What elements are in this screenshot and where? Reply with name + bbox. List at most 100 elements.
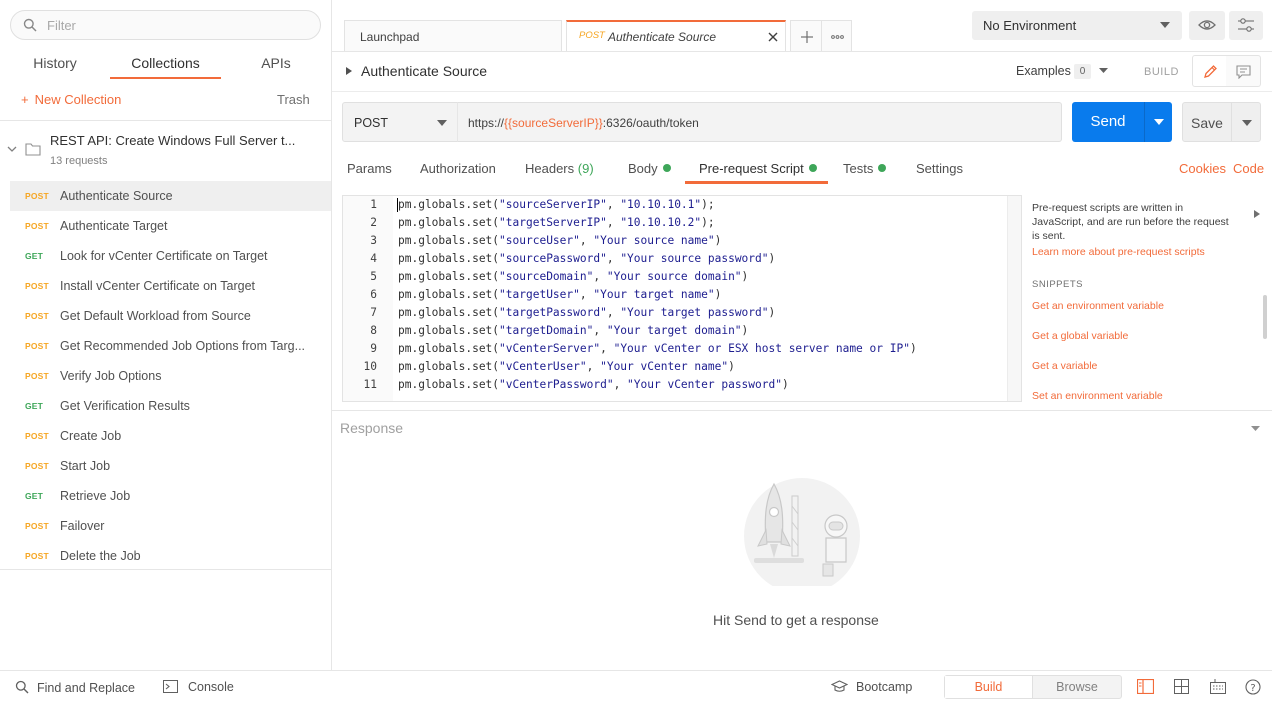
tab-settings[interactable]: Settings bbox=[916, 161, 963, 176]
cookies-link[interactable]: Cookies bbox=[1179, 161, 1226, 176]
comments-button[interactable] bbox=[1226, 55, 1261, 87]
method-badge: POST bbox=[25, 281, 49, 291]
tab-authenticate-source[interactable]: POST Authenticate Source bbox=[566, 20, 786, 52]
request-item[interactable]: GET Look for vCenter Certificate on Targe… bbox=[10, 241, 331, 271]
keyboard-shortcuts-icon[interactable] bbox=[1210, 679, 1226, 694]
request-item[interactable]: GET Get Verification Results bbox=[10, 391, 331, 421]
build-mode-button[interactable]: Build bbox=[945, 676, 1033, 698]
method-badge: GET bbox=[25, 491, 44, 501]
console-button[interactable]: Console bbox=[163, 680, 234, 694]
send-options-button[interactable] bbox=[1144, 102, 1172, 142]
request-name: Install vCenter Certificate on Target bbox=[60, 279, 256, 293]
response-title: Response bbox=[340, 420, 404, 436]
collection-name[interactable]: REST API: Create Windows Full Server t..… bbox=[50, 133, 295, 148]
tab-pre-request-script[interactable]: Pre-request Script bbox=[699, 161, 817, 176]
request-item[interactable]: POST Get Default Workload from Source bbox=[10, 301, 331, 331]
edit-button[interactable] bbox=[1192, 55, 1227, 87]
method-badge: GET bbox=[25, 251, 44, 261]
request-item[interactable]: POST Authenticate Source bbox=[10, 181, 331, 211]
save-options-button[interactable] bbox=[1231, 102, 1261, 142]
bootcamp-button[interactable]: Bootcamp bbox=[831, 680, 912, 694]
trash-button[interactable]: Trash bbox=[277, 92, 310, 107]
tab-options-button[interactable] bbox=[821, 20, 852, 52]
request-item[interactable]: POST Install vCenter Certificate on Targe… bbox=[10, 271, 331, 301]
request-item[interactable]: POST Failover bbox=[10, 511, 331, 541]
chevron-down-icon[interactable] bbox=[7, 145, 17, 153]
more-horizontal-icon bbox=[831, 35, 844, 39]
snippet-link[interactable]: Get an environment variable bbox=[1032, 300, 1164, 312]
method-badge: GET bbox=[25, 401, 44, 411]
tab-method-badge: POST bbox=[579, 30, 605, 41]
request-item[interactable]: POST Start Job bbox=[10, 451, 331, 481]
tab-history[interactable]: History bbox=[20, 55, 90, 71]
new-collection-label: New Collection bbox=[34, 92, 122, 107]
rocket-astronaut-illustration bbox=[730, 476, 870, 586]
request-name: Delete the Job bbox=[60, 549, 141, 563]
code-line: 10 pm.globals.set("vCenterUser", "Your vC… bbox=[363, 360, 735, 373]
graduation-cap-icon bbox=[831, 680, 848, 693]
snippet-link[interactable]: Set an environment variable bbox=[1032, 390, 1163, 402]
request-item[interactable]: GET Retrieve Job bbox=[10, 481, 331, 511]
snippet-link[interactable]: Get a global variable bbox=[1032, 330, 1128, 342]
tab-tests[interactable]: Tests bbox=[843, 161, 887, 176]
tab-authorization[interactable]: Authorization bbox=[420, 161, 496, 176]
browse-mode-button[interactable]: Browse bbox=[1033, 676, 1121, 698]
search-icon bbox=[23, 18, 37, 32]
editor-scrollbar[interactable] bbox=[1007, 196, 1021, 401]
save-button[interactable]: Save bbox=[1182, 102, 1232, 142]
chevron-down-icon[interactable] bbox=[1251, 426, 1260, 431]
new-tab-button[interactable] bbox=[790, 20, 822, 52]
environment-select[interactable]: No Environment bbox=[972, 11, 1182, 40]
method-badge: POST bbox=[25, 551, 49, 561]
chevron-right-icon[interactable] bbox=[346, 67, 352, 75]
url-input[interactable]: https://{{sourceServerIP}}:6326/oauth/to… bbox=[457, 102, 1062, 142]
send-button[interactable]: Send bbox=[1072, 102, 1144, 142]
request-name: Get Default Workload from Source bbox=[60, 309, 251, 323]
code-line: 5 pm.globals.set("sourceDomain", "Your so… bbox=[370, 270, 749, 283]
method-badge: POST bbox=[25, 191, 49, 201]
comment-icon bbox=[1236, 65, 1251, 79]
examples-button[interactable]: Examples bbox=[1016, 64, 1071, 78]
filter-input[interactable]: Filter bbox=[10, 10, 321, 40]
request-item[interactable]: POST Authenticate Target bbox=[10, 211, 331, 241]
code-link[interactable]: Code bbox=[1233, 161, 1264, 176]
tab-launchpad[interactable]: Launchpad bbox=[344, 20, 562, 52]
request-title[interactable]: Authenticate Source bbox=[361, 63, 487, 79]
request-item[interactable]: POST Delete the Job bbox=[10, 541, 331, 571]
tabbar-divider bbox=[332, 51, 1272, 52]
method-badge: POST bbox=[25, 311, 49, 321]
find-replace-button[interactable]: Find and Replace bbox=[15, 680, 135, 695]
request-item[interactable]: POST Create Job bbox=[10, 421, 331, 451]
caret-down-icon[interactable] bbox=[1099, 68, 1108, 73]
find-replace-label: Find and Replace bbox=[37, 681, 135, 695]
tab-params[interactable]: Params bbox=[347, 161, 392, 176]
manage-environments-button[interactable] bbox=[1229, 11, 1263, 40]
learn-more-link[interactable]: Learn more about pre-request scripts bbox=[1032, 246, 1205, 258]
tab-collections[interactable]: Collections bbox=[110, 55, 221, 71]
tab-tests-label: Tests bbox=[843, 161, 874, 176]
tab-apis[interactable]: APIs bbox=[240, 55, 312, 71]
plus-icon: + bbox=[21, 92, 29, 107]
close-icon[interactable] bbox=[768, 32, 778, 42]
help-icon[interactable]: ? bbox=[1245, 679, 1261, 695]
tab-headers[interactable]: Headers (9) bbox=[525, 161, 594, 176]
two-pane-view-icon[interactable] bbox=[1137, 679, 1154, 694]
examples-count-badge: 0 bbox=[1074, 64, 1091, 79]
request-item[interactable]: POST Get Recommended Job Options from Tar… bbox=[10, 331, 331, 361]
save-label: Save bbox=[1191, 115, 1223, 131]
request-item[interactable]: POST Verify Job Options bbox=[10, 361, 331, 391]
environment-quick-look-button[interactable] bbox=[1189, 11, 1225, 40]
build-label: Build bbox=[974, 680, 1003, 694]
environment-value: No Environment bbox=[983, 18, 1077, 33]
request-name: Failover bbox=[60, 519, 105, 533]
chevron-right-icon[interactable] bbox=[1254, 210, 1260, 218]
snippet-link[interactable]: Get a variable bbox=[1032, 360, 1097, 372]
new-collection-button[interactable]: + New Collection bbox=[21, 92, 121, 107]
collection-header[interactable] bbox=[0, 121, 331, 179]
grid-view-icon[interactable] bbox=[1174, 679, 1189, 694]
method-select[interactable]: POST bbox=[342, 102, 458, 142]
code-line: 4 pm.globals.set("sourcePassword", "Your … bbox=[370, 252, 776, 265]
tab-body[interactable]: Body bbox=[628, 161, 671, 176]
request-name: Look for vCenter Certificate on Target bbox=[60, 249, 268, 263]
snippets-scrollbar[interactable] bbox=[1263, 295, 1267, 339]
